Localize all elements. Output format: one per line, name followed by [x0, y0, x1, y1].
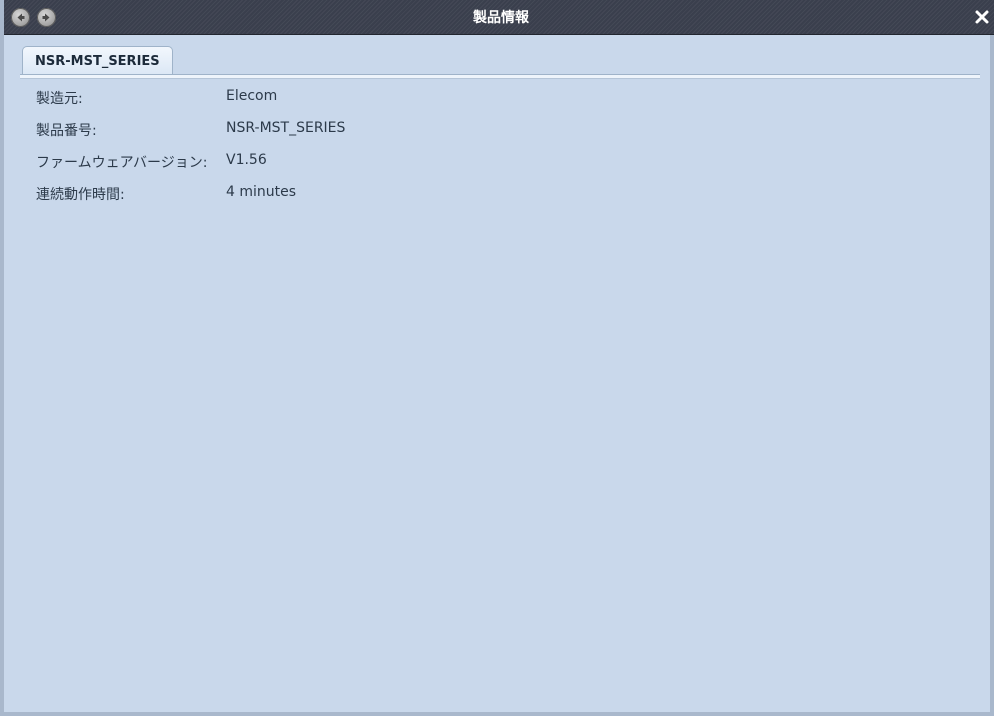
close-button[interactable] [974, 9, 990, 25]
uptime-value: 4 minutes [226, 184, 297, 200]
product-number-value: NSR-MST_SERIES [226, 120, 346, 136]
product-info-window: 製品情報 NSR-MST_SERIES 製造元: Elecom 製品番号: NS… [0, 0, 994, 716]
firmware-version-value: V1.56 [226, 152, 267, 168]
window-title: 製品情報 [473, 10, 529, 26]
content-area: NSR-MST_SERIES 製造元: Elecom 製品番号: NSR-MST… [18, 46, 980, 696]
tab-divider [20, 74, 980, 79]
product-number-label: 製品番号: [36, 123, 97, 139]
close-icon [975, 10, 989, 24]
uptime-label: 連続動作時間: [36, 187, 125, 203]
firmware-version-label: ファームウェアバージョン: [36, 155, 208, 171]
manufacturer-value: Elecom [226, 88, 278, 104]
title-bar[interactable]: 製品情報 [4, 0, 994, 35]
tab-nsr-mst-series[interactable]: NSR-MST_SERIES [22, 46, 173, 75]
manufacturer-label: 製造元: [36, 91, 83, 107]
